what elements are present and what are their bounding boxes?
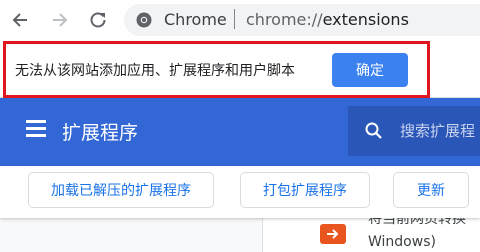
reload-button[interactable] bbox=[84, 6, 112, 34]
search-field[interactable]: 搜索扩展程 bbox=[348, 106, 480, 156]
url-path: extensions bbox=[322, 10, 409, 29]
highlight-box bbox=[3, 41, 430, 98]
url-scheme: chrome:// bbox=[246, 10, 323, 29]
update-button[interactable]: 更新 bbox=[393, 172, 469, 208]
page-title: 扩展程序 bbox=[62, 122, 139, 144]
card-subtitle: Windows) bbox=[368, 234, 436, 250]
address-bar[interactable]: Chrome chrome://extensions bbox=[124, 4, 480, 36]
search-icon bbox=[365, 122, 382, 139]
forward-button[interactable] bbox=[46, 6, 74, 34]
back-button[interactable] bbox=[6, 6, 34, 34]
site-chip: Chrome bbox=[164, 10, 227, 29]
load-unpacked-button[interactable]: 加载已解压的扩展程序 bbox=[28, 172, 214, 208]
menu-icon[interactable] bbox=[26, 120, 46, 138]
extensions-header: 扩展程序 搜索扩展程 bbox=[0, 98, 480, 166]
export-arrow-icon bbox=[327, 229, 339, 239]
back-arrow-icon bbox=[12, 13, 27, 27]
browser-toolbar: Chrome chrome://extensions bbox=[0, 0, 480, 40]
extension-icon bbox=[320, 224, 346, 244]
pack-extension-button[interactable]: 打包扩展程序 bbox=[240, 172, 370, 208]
search-placeholder: 搜索扩展程 bbox=[400, 122, 476, 140]
forward-arrow-icon bbox=[53, 13, 68, 27]
url-text: chrome://extensions bbox=[246, 10, 409, 29]
reload-icon bbox=[90, 12, 106, 28]
chrome-icon bbox=[136, 12, 152, 28]
omnibox-divider bbox=[234, 9, 235, 29]
